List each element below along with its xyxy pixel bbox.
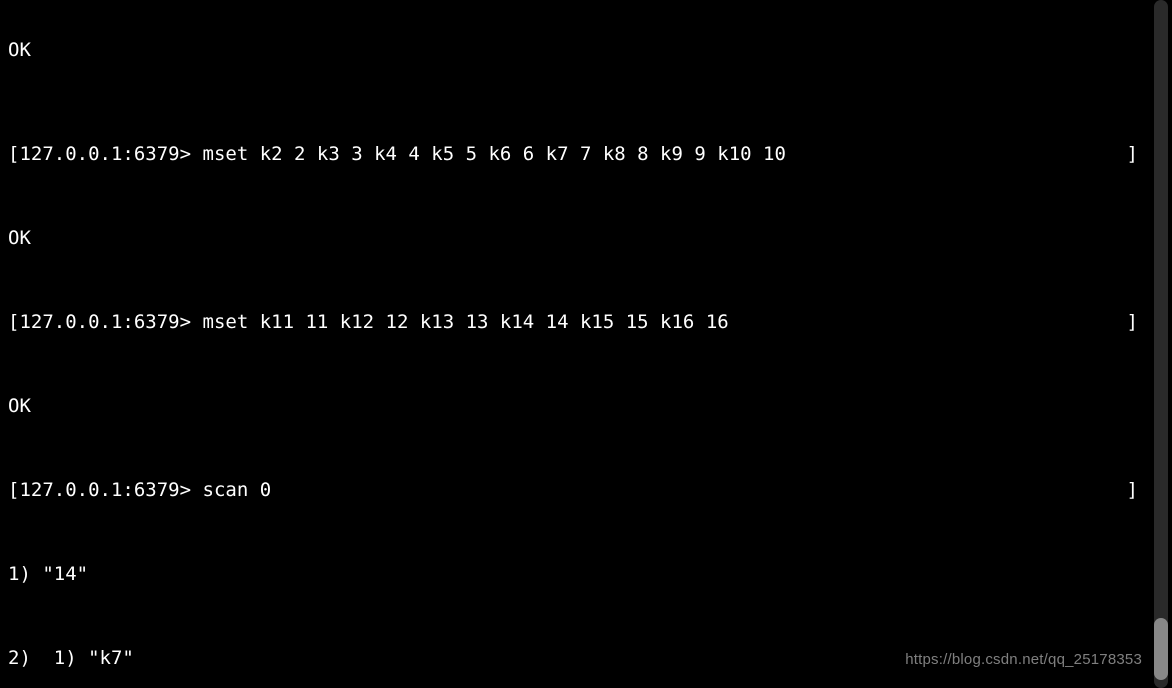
prompt-text: 127.0.0.1:6379> <box>19 140 191 168</box>
watermark-text: https://blog.csdn.net/qq_25178353 <box>905 646 1142 674</box>
terminal-output-area[interactable]: OK [127.0.0.1:6379> mset k2 2 k3 3 k4 4 … <box>0 0 1148 688</box>
bracket-icon: ] <box>1127 476 1140 504</box>
command-text: scan 0 <box>203 476 272 504</box>
terminal-line: OK <box>8 36 1140 64</box>
output-text: 1) "14" <box>8 560 88 588</box>
prompt-text: 127.0.0.1:6379> <box>19 308 191 336</box>
bracket-icon: [ <box>8 308 19 336</box>
command-text: mset k2 2 k3 3 k4 4 k5 5 k6 6 k7 7 k8 8 … <box>203 140 786 168</box>
terminal-window: OK [127.0.0.1:6379> mset k2 2 k3 3 k4 4 … <box>0 0 1172 688</box>
output-text: OK <box>8 224 31 252</box>
bracket-icon: [ <box>8 476 19 504</box>
output-text: OK <box>8 39 31 61</box>
terminal-line: 1) "14" <box>8 560 1140 588</box>
bracket-icon: [ <box>8 140 19 168</box>
bracket-icon: ] <box>1127 140 1140 168</box>
terminal-line: OK <box>8 224 1140 252</box>
prompt-text: 127.0.0.1:6379> <box>19 476 191 504</box>
terminal-line: [127.0.0.1:6379> scan 0] <box>8 476 1140 504</box>
scrollbar-track[interactable] <box>1154 0 1168 688</box>
command-text: mset k11 11 k12 12 k13 13 k14 14 k15 15 … <box>203 308 729 336</box>
output-text: OK <box>8 392 31 420</box>
terminal-line: [127.0.0.1:6379> mset k11 11 k12 12 k13 … <box>8 308 1140 336</box>
terminal-line: [127.0.0.1:6379> mset k2 2 k3 3 k4 4 k5 … <box>8 140 1140 168</box>
output-text: 2) 1) "k7" <box>8 644 134 672</box>
scrollbar-thumb[interactable] <box>1154 618 1168 680</box>
bracket-icon: ] <box>1127 308 1140 336</box>
terminal-line: OK <box>8 392 1140 420</box>
